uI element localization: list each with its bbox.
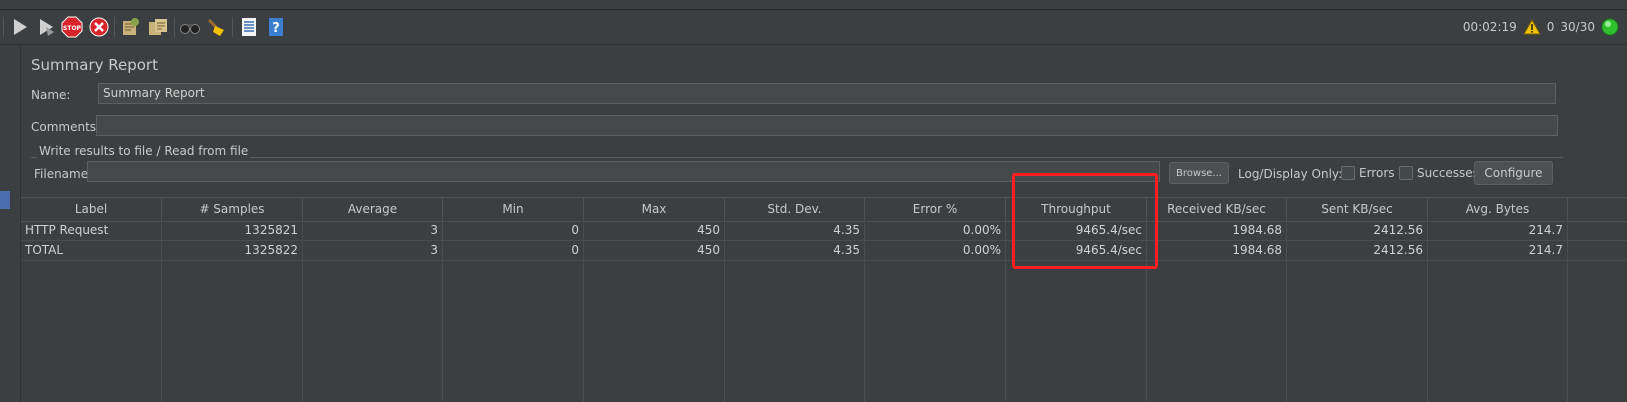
file-group-border xyxy=(31,157,1563,159)
column-divider xyxy=(161,220,162,402)
successes-label: Successes xyxy=(1417,166,1479,180)
errors-checkbox[interactable] xyxy=(1341,166,1355,180)
column-divider xyxy=(1286,220,1287,402)
help-icon[interactable]: ? xyxy=(264,15,288,39)
column-divider xyxy=(442,220,443,402)
elapsed-time: 00:02:19 xyxy=(1462,20,1517,34)
window-top-strip xyxy=(0,0,1627,10)
toolbar-separator xyxy=(114,17,115,37)
column-divider xyxy=(1005,220,1006,402)
cell-average: 3 xyxy=(303,221,443,240)
errors-label: Errors xyxy=(1359,166,1395,180)
column-divider xyxy=(724,220,725,402)
toolbar-separator xyxy=(174,17,175,37)
column-divider xyxy=(1567,220,1568,402)
summary-table: Label # Samples Average Min Max Std. Dev… xyxy=(21,197,1627,402)
column-header-std-dev[interactable]: Std. Dev. xyxy=(725,198,865,221)
table-row[interactable]: HTTP Request 1325821 3 0 450 4.35 0.00% … xyxy=(21,221,1627,241)
column-divider xyxy=(302,220,303,402)
svg-text:?: ? xyxy=(272,21,280,36)
tree-selection-marker xyxy=(0,191,10,209)
cell-error: 0.00% xyxy=(865,241,1006,260)
warning-count: 0 xyxy=(1546,20,1555,34)
column-header-max[interactable]: Max xyxy=(584,198,725,221)
cell-std-dev: 4.35 xyxy=(725,241,865,260)
log-display-label: Log/Display Only: xyxy=(1238,167,1343,181)
column-header-label[interactable]: Label xyxy=(21,198,162,221)
column-header-average[interactable]: Average xyxy=(303,198,443,221)
thread-count: 30/30 xyxy=(1560,20,1595,34)
cell-min: 0 xyxy=(443,221,584,240)
configure-button[interactable]: Configure xyxy=(1474,161,1553,185)
column-header-min[interactable]: Min xyxy=(443,198,584,221)
function-helper-icon[interactable] xyxy=(237,15,261,39)
cell-samples: 1325822 xyxy=(162,241,303,260)
cell-avg-bytes: 214.7 xyxy=(1428,241,1568,260)
svg-text:STOP: STOP xyxy=(63,25,82,32)
cell-error: 0.00% xyxy=(865,221,1006,240)
stop-icon[interactable]: STOP xyxy=(60,15,84,39)
shutdown-icon[interactable] xyxy=(87,15,111,39)
column-divider xyxy=(583,220,584,402)
name-field[interactable]: Summary Report xyxy=(98,83,1556,104)
table-header: Label # Samples Average Min Max Std. Dev… xyxy=(21,197,1627,222)
comments-label: Comments: xyxy=(31,120,101,134)
status-ok-icon xyxy=(1601,18,1619,36)
cell-label: HTTP Request xyxy=(21,221,162,240)
cell-label: TOTAL xyxy=(21,241,162,260)
browse-button[interactable]: Browse... xyxy=(1169,162,1229,184)
column-header-avg-bytes[interactable]: Avg. Bytes xyxy=(1428,198,1568,221)
warning-icon[interactable] xyxy=(1522,19,1541,35)
toolbar-separator xyxy=(232,17,233,37)
cell-received: 1984.68 xyxy=(1147,221,1287,240)
page-title: Summary Report xyxy=(31,56,158,74)
filename-field[interactable] xyxy=(87,161,1160,182)
comments-field[interactable] xyxy=(96,115,1558,136)
cell-std-dev: 4.35 xyxy=(725,221,865,240)
filename-label: Filename xyxy=(34,167,89,181)
start-no-pauses-icon[interactable] xyxy=(34,15,58,39)
cell-sent: 2412.56 xyxy=(1287,241,1428,260)
clear-all-icon[interactable] xyxy=(146,15,170,39)
cell-min: 0 xyxy=(443,241,584,260)
cell-avg-bytes: 214.7 xyxy=(1428,221,1568,240)
name-label: Name: xyxy=(31,88,71,102)
column-divider xyxy=(864,220,865,402)
cell-average: 3 xyxy=(303,241,443,260)
cell-samples: 1325821 xyxy=(162,221,303,240)
column-header-error[interactable]: Error % xyxy=(865,198,1006,221)
column-header-samples[interactable]: # Samples xyxy=(162,198,303,221)
successes-checkbox[interactable] xyxy=(1399,166,1413,180)
test-status: 00:02:19 0 30/30 xyxy=(1463,10,1627,44)
search-icon[interactable] xyxy=(178,15,202,39)
summary-report-panel: Summary Report Name: Summary Report Comm… xyxy=(21,45,1627,402)
toolbar: STOP ? xyxy=(0,10,1627,45)
tree-panel-edge[interactable] xyxy=(0,45,21,402)
cell-max: 450 xyxy=(584,221,725,240)
column-header-received[interactable]: Received KB/sec xyxy=(1147,198,1287,221)
reset-search-icon[interactable] xyxy=(204,15,228,39)
clear-icon[interactable] xyxy=(118,15,142,39)
cell-max: 450 xyxy=(584,241,725,260)
column-divider xyxy=(1427,220,1428,402)
cell-sent: 2412.56 xyxy=(1287,221,1428,240)
toolbar-separator xyxy=(3,17,4,37)
throughput-highlight-box xyxy=(1012,173,1158,269)
start-icon[interactable] xyxy=(8,15,32,39)
file-group-title: Write results to file / Read from file xyxy=(37,144,251,158)
cell-received: 1984.68 xyxy=(1147,241,1287,260)
column-header-sent[interactable]: Sent KB/sec xyxy=(1287,198,1428,221)
table-row[interactable]: TOTAL 1325822 3 0 450 4.35 0.00% 9465.4/… xyxy=(21,241,1627,261)
